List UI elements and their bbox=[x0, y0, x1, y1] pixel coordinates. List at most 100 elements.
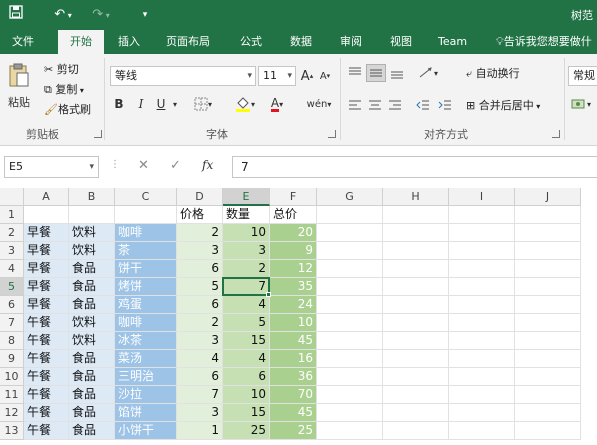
orientation-icon[interactable]: ▾ bbox=[414, 64, 442, 82]
cell-d5[interactable]: 5 bbox=[177, 278, 223, 296]
cell-i8[interactable] bbox=[449, 332, 515, 350]
cell-i11[interactable] bbox=[449, 386, 515, 404]
cell-d4[interactable]: 6 bbox=[177, 260, 223, 278]
clipboard-launcher-icon[interactable] bbox=[94, 130, 102, 138]
underline-button[interactable]: U bbox=[154, 94, 168, 114]
cell-f6[interactable]: 24 bbox=[270, 296, 317, 314]
cell-d7[interactable]: 2 bbox=[177, 314, 223, 332]
row-header-3[interactable]: 3 bbox=[0, 242, 24, 260]
cell-f5[interactable]: 35 bbox=[270, 278, 317, 296]
row-header-7[interactable]: 7 bbox=[0, 314, 24, 332]
cut-button[interactable]: ✂ 剪切 bbox=[44, 61, 79, 77]
align-middle-icon[interactable] bbox=[366, 64, 386, 82]
cell-b12[interactable]: 食品 bbox=[69, 404, 115, 422]
cell-c9[interactable]: 菜汤 bbox=[115, 350, 177, 368]
cell-b13[interactable]: 食品 bbox=[69, 422, 115, 440]
save-icon[interactable] bbox=[6, 5, 26, 25]
cell-f10[interactable]: 36 bbox=[270, 368, 317, 386]
cell-i13[interactable] bbox=[449, 422, 515, 440]
cell-e4[interactable]: 2 bbox=[223, 260, 270, 278]
cell-a7[interactable]: 午餐 bbox=[24, 314, 69, 332]
cell-g8[interactable] bbox=[317, 332, 383, 350]
column-header-g[interactable]: G bbox=[317, 188, 383, 206]
paste-button[interactable]: 粘贴 bbox=[8, 94, 30, 110]
cell-h3[interactable] bbox=[383, 242, 449, 260]
cell-g4[interactable] bbox=[317, 260, 383, 278]
column-header-i[interactable]: I bbox=[449, 188, 515, 206]
cell-f13[interactable]: 25 bbox=[270, 422, 317, 440]
row-header-4[interactable]: 4 bbox=[0, 260, 24, 278]
cell-f4[interactable]: 12 bbox=[270, 260, 317, 278]
row-header-13[interactable]: 13 bbox=[0, 422, 24, 440]
cell-b7[interactable]: 饮料 bbox=[69, 314, 115, 332]
cell-f11[interactable]: 70 bbox=[270, 386, 317, 404]
cell-g12[interactable] bbox=[317, 404, 383, 422]
cell-c12[interactable]: 馅饼 bbox=[115, 404, 177, 422]
align-top-icon[interactable] bbox=[346, 64, 364, 82]
cell-b8[interactable]: 饮料 bbox=[69, 332, 115, 350]
cell-i6[interactable] bbox=[449, 296, 515, 314]
row-header-5[interactable]: 5 bbox=[0, 278, 24, 296]
cell-d11[interactable]: 7 bbox=[177, 386, 223, 404]
cell-i2[interactable] bbox=[449, 224, 515, 242]
cell-a4[interactable]: 早餐 bbox=[24, 260, 69, 278]
cell-g11[interactable] bbox=[317, 386, 383, 404]
row-header-11[interactable]: 11 bbox=[0, 386, 24, 404]
cell-i7[interactable] bbox=[449, 314, 515, 332]
cell-h4[interactable] bbox=[383, 260, 449, 278]
cell-c1[interactable] bbox=[115, 206, 177, 224]
cell-h12[interactable] bbox=[383, 404, 449, 422]
cell-e8[interactable]: 15 bbox=[223, 332, 270, 350]
cell-e5[interactable]: 7 bbox=[223, 278, 270, 296]
cell-g3[interactable] bbox=[317, 242, 383, 260]
cell-c8[interactable]: 冰茶 bbox=[115, 332, 177, 350]
cell-e11[interactable]: 10 bbox=[223, 386, 270, 404]
cell-c13[interactable]: 小饼干 bbox=[115, 422, 177, 440]
grow-font-icon[interactable]: A ▴ bbox=[300, 66, 314, 86]
cell-a11[interactable]: 午餐 bbox=[24, 386, 69, 404]
cell-c5[interactable]: 烤饼 bbox=[115, 278, 177, 296]
cell-a6[interactable]: 早餐 bbox=[24, 296, 69, 314]
redo-icon[interactable]: ↷ ▾ bbox=[88, 5, 114, 25]
paste-icon[interactable] bbox=[6, 60, 32, 90]
cell-j1[interactable] bbox=[515, 206, 581, 224]
cell-c4[interactable]: 饼干 bbox=[115, 260, 177, 278]
tab-formulas[interactable]: 公式 bbox=[234, 30, 268, 54]
tab-data[interactable]: 数据 bbox=[284, 30, 318, 54]
cell-e7[interactable]: 5 bbox=[223, 314, 270, 332]
accounting-format-icon[interactable]: ▾ bbox=[568, 94, 594, 114]
cell-d13[interactable]: 1 bbox=[177, 422, 223, 440]
cell-b2[interactable]: 饮料 bbox=[69, 224, 115, 242]
cell-b9[interactable]: 食品 bbox=[69, 350, 115, 368]
row-header-8[interactable]: 8 bbox=[0, 332, 24, 350]
undo-icon[interactable]: ↶ ▾ bbox=[50, 5, 76, 25]
cell-j8[interactable] bbox=[515, 332, 581, 350]
alignment-launcher-icon[interactable] bbox=[552, 130, 560, 138]
cell-c7[interactable]: 咖啡 bbox=[115, 314, 177, 332]
cell-j10[interactable] bbox=[515, 368, 581, 386]
formula-input[interactable]: 7 bbox=[232, 156, 597, 178]
decrease-indent-icon[interactable] bbox=[414, 96, 432, 114]
cell-e1[interactable]: 数量 bbox=[223, 206, 270, 224]
column-header-e[interactable]: E bbox=[223, 188, 270, 206]
cell-h11[interactable] bbox=[383, 386, 449, 404]
tab-review[interactable]: 审阅 bbox=[334, 30, 368, 54]
cell-b10[interactable]: 食品 bbox=[69, 368, 115, 386]
cell-i1[interactable] bbox=[449, 206, 515, 224]
cell-e3[interactable]: 3 bbox=[223, 242, 270, 260]
cell-f12[interactable]: 45 bbox=[270, 404, 317, 422]
cell-d9[interactable]: 4 bbox=[177, 350, 223, 368]
cell-i10[interactable] bbox=[449, 368, 515, 386]
merge-center-button[interactable]: ⊞ 合并后居中 ▾ bbox=[466, 97, 540, 113]
cell-f2[interactable]: 20 bbox=[270, 224, 317, 242]
font-size-combo[interactable]: 11 ▾ bbox=[258, 66, 296, 86]
column-header-a[interactable]: A bbox=[24, 188, 69, 206]
cell-b6[interactable]: 食品 bbox=[69, 296, 115, 314]
increase-indent-icon[interactable] bbox=[436, 96, 454, 114]
insert-function-icon[interactable]: fx bbox=[202, 158, 213, 172]
cell-e6[interactable]: 4 bbox=[223, 296, 270, 314]
cell-h6[interactable] bbox=[383, 296, 449, 314]
column-header-j[interactable]: J bbox=[515, 188, 581, 206]
cell-h13[interactable] bbox=[383, 422, 449, 440]
cell-d12[interactable]: 3 bbox=[177, 404, 223, 422]
